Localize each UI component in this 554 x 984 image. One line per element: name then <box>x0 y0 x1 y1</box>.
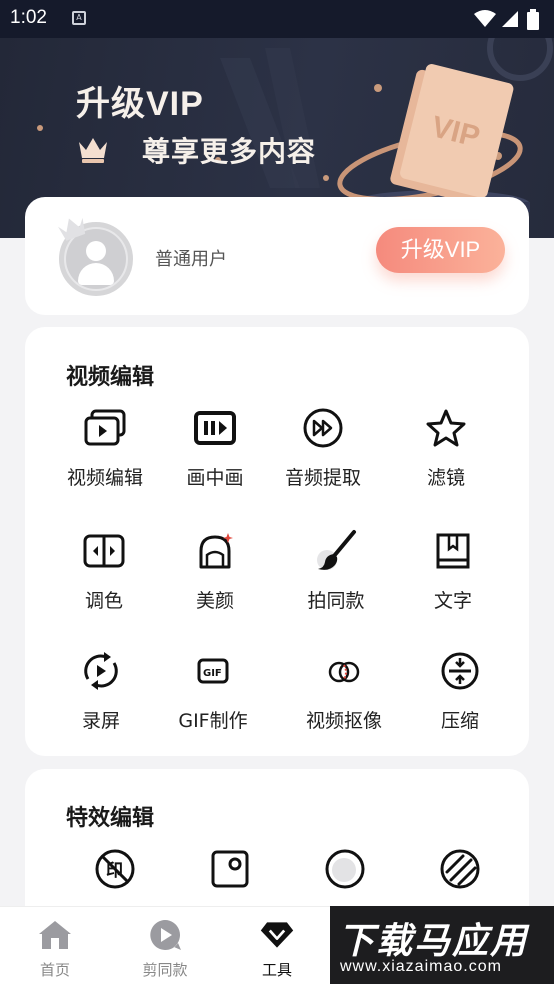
user-name: 普通用户 <box>155 249 227 270</box>
tool-picture-in-picture[interactable]: 画中画 <box>160 403 270 503</box>
banner-title: 升级VIP <box>76 85 204 123</box>
watermark-title: 下载马应用 <box>338 921 529 962</box>
tool-color-adjust[interactable]: 调色 <box>49 526 159 626</box>
tool-audio-extract[interactable]: 音频提取 <box>268 403 378 503</box>
tool-screen-record[interactable]: 录屏 <box>46 646 156 746</box>
tool-label: 文字 <box>433 590 472 612</box>
svg-text:GIF: GIF <box>203 668 222 679</box>
tool-label: 滤镜 <box>426 467 465 489</box>
tool-video-matting[interactable]: 视频抠像 <box>289 646 399 746</box>
tool-filter[interactable]: 滤镜 <box>391 403 501 503</box>
battery-icon <box>527 9 539 30</box>
tab-home[interactable]: 首页 <box>0 907 110 984</box>
upgrade-vip-button[interactable]: 升级VIP <box>376 227 505 273</box>
banner-subtitle: 尊享更多内容 <box>142 135 317 168</box>
tool-label: 拍同款 <box>307 590 365 612</box>
compress-icon <box>435 646 485 696</box>
tool-shoot-same[interactable]: 拍同款 <box>281 526 391 626</box>
play-bubble-icon <box>147 917 183 953</box>
watermark-url: www.xiazaimao.com <box>340 958 502 975</box>
tool-compress[interactable]: 压缩 <box>405 646 515 746</box>
home-icon <box>37 917 73 953</box>
paintbrush-icon <box>311 526 361 576</box>
tab-label: 剪同款 <box>142 961 188 979</box>
notification-icon: A <box>72 11 86 25</box>
section-title-effects-edit: 特效编辑 <box>66 806 155 831</box>
gif-icon: GIF <box>188 646 238 696</box>
avatar-group[interactable] <box>55 212 137 298</box>
tool-text[interactable]: 文字 <box>398 526 508 626</box>
video-edit-section: 视频编辑 视频编辑 画中画 音频提取 滤镜 调色 美颜 拍同款 文字 录屏 GI… <box>25 327 529 756</box>
avatar-crown-icon <box>58 217 86 241</box>
tool-label: 录屏 <box>81 710 120 732</box>
beauty-face-icon <box>190 526 240 576</box>
status-time: 1:02 <box>10 7 47 28</box>
split-adjust-icon <box>79 526 129 576</box>
stripe-ball-icon <box>435 844 485 894</box>
tool-label: 压缩 <box>440 710 479 732</box>
fast-forward-icon <box>298 403 348 453</box>
tool-gif-maker[interactable]: GIF GIF制作 <box>158 646 268 746</box>
star-icon <box>421 403 471 453</box>
watermark-overlay: 下载马应用 www.xiazaimao.com <box>330 906 554 984</box>
video-edit-icon <box>80 403 130 453</box>
status-bar: 1:02 A <box>0 0 554 38</box>
overlap-circles-icon <box>319 646 369 696</box>
tab-label: 首页 <box>39 961 70 979</box>
wifi-icon <box>474 10 496 27</box>
circle-moon-icon <box>320 844 370 894</box>
tool-label: 视频编辑 <box>66 467 143 489</box>
record-rotate-icon <box>76 646 126 696</box>
tab-shoot-same[interactable]: 剪同款 <box>110 907 220 984</box>
tab-label: 工具 <box>261 961 292 979</box>
tool-label: 画中画 <box>186 467 244 489</box>
tool-label: GIF制作 <box>178 710 248 732</box>
tool-video-edit[interactable]: 视频编辑 <box>50 403 160 503</box>
tool-label: 音频提取 <box>284 467 361 489</box>
tool-label: 美颜 <box>195 590 234 612</box>
text-book-icon <box>428 526 478 576</box>
picture-in-picture-icon <box>190 403 240 453</box>
diamond-icon <box>259 917 295 953</box>
user-card: 普通用户 升级VIP <box>25 197 529 315</box>
watermark-remove-icon: 印 <box>90 844 140 894</box>
svg-text:印: 印 <box>106 861 123 881</box>
tool-beauty[interactable]: 美颜 <box>160 526 270 626</box>
section-title-video-edit: 视频编辑 <box>66 365 155 390</box>
crown-icon <box>79 138 107 163</box>
tool-label: 调色 <box>84 590 123 612</box>
tool-label: 视频抠像 <box>305 710 382 732</box>
photo-frame-icon <box>205 844 255 894</box>
tab-tools[interactable]: 工具 <box>222 907 332 984</box>
signal-icon <box>502 11 518 27</box>
